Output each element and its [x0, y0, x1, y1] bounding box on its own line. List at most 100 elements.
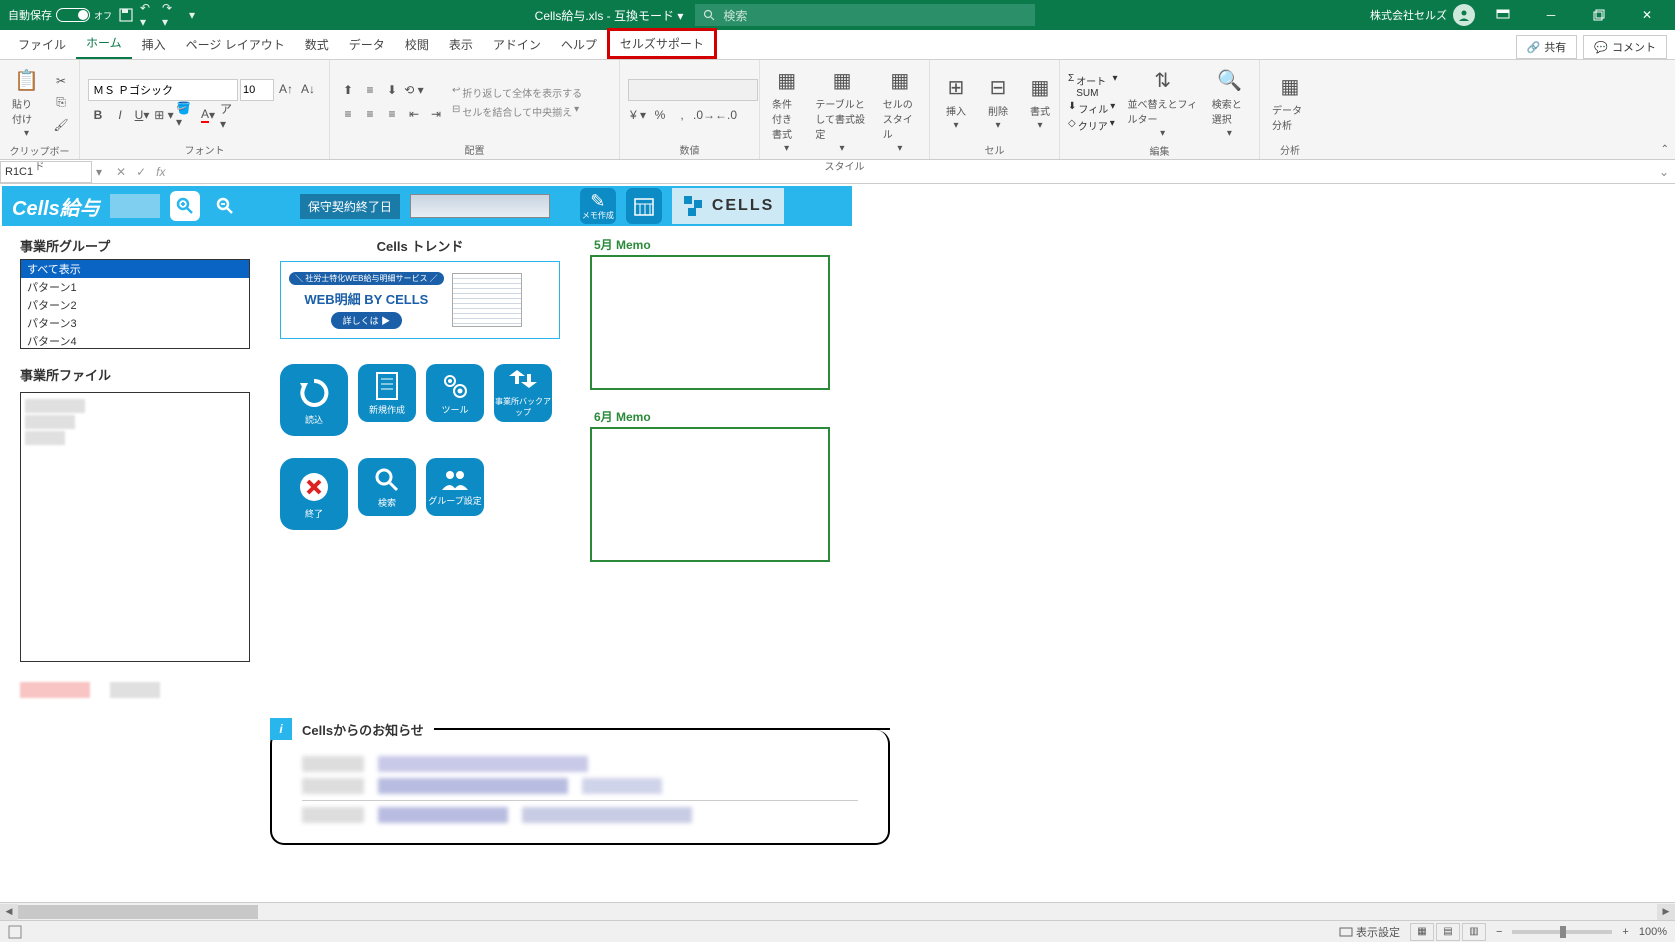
- autosave-toggle[interactable]: 自動保存 オフ: [8, 7, 112, 23]
- memo-create-button[interactable]: ✎ メモ作成: [580, 188, 616, 224]
- horizontal-scrollbar[interactable]: ◀ ▶: [0, 902, 1675, 920]
- orientation-icon[interactable]: ⟲ ▾: [404, 80, 424, 100]
- find-select-button[interactable]: 🔍検索と選択▾: [1208, 64, 1251, 141]
- save-icon[interactable]: [118, 7, 134, 23]
- load-button[interactable]: 読込: [280, 364, 348, 436]
- insert-cells-button[interactable]: ⊞挿入▾: [938, 71, 974, 133]
- increase-font-icon[interactable]: A↑: [276, 79, 296, 99]
- share-button[interactable]: 🔗 共有: [1516, 35, 1578, 59]
- sort-filter-button[interactable]: ⇅並べ替えとフィルター▾: [1123, 64, 1201, 141]
- office-file-listbox[interactable]: [20, 392, 250, 662]
- clear-button[interactable]: ◇ クリア ▾: [1068, 118, 1117, 133]
- normal-view-icon[interactable]: ▦: [1410, 923, 1434, 941]
- decrease-indent-icon[interactable]: ⇤: [404, 104, 424, 124]
- zoom-out-status[interactable]: −: [1496, 926, 1502, 938]
- autosum-button[interactable]: Σ オート SUM ▾: [1068, 73, 1117, 99]
- zoom-out-button[interactable]: [210, 191, 240, 221]
- search-box[interactable]: 検索: [695, 4, 1035, 26]
- merge-center-button[interactable]: ⊟ セルを結合して中央揃え ▾: [452, 104, 582, 119]
- search-button[interactable]: 検索: [358, 458, 416, 516]
- analyze-data-button[interactable]: ▦データ分析: [1268, 70, 1312, 134]
- list-item[interactable]: パターン1: [21, 278, 249, 296]
- zoom-in-button[interactable]: [170, 191, 200, 221]
- percent-icon[interactable]: %: [650, 105, 670, 125]
- memo2-box[interactable]: [590, 427, 830, 562]
- scroll-thumb[interactable]: [18, 905, 258, 919]
- format-table-button[interactable]: ▦テーブルとして書式設定▾: [811, 64, 872, 156]
- decrease-decimal-icon[interactable]: ←.0: [716, 105, 736, 125]
- scroll-left-icon[interactable]: ◀: [0, 904, 18, 920]
- list-item[interactable]: パターン4: [21, 332, 249, 348]
- copy-icon[interactable]: ⎘: [51, 93, 71, 113]
- maximize-icon[interactable]: [1579, 1, 1619, 29]
- increase-decimal-icon[interactable]: .0→: [694, 105, 714, 125]
- italic-button[interactable]: I: [110, 105, 130, 125]
- redo-icon[interactable]: ↷ ▾: [162, 7, 178, 23]
- tab-page-layout[interactable]: ページ レイアウト: [176, 30, 295, 59]
- tool-button[interactable]: ツール: [426, 364, 484, 422]
- format-painter-icon[interactable]: 🖌: [51, 115, 71, 135]
- paste-button[interactable]: 📋 貼り付け ▾: [8, 64, 45, 141]
- close-icon[interactable]: ✕: [1627, 1, 1667, 29]
- office-group-listbox[interactable]: すべて表示 パターン1 パターン2 パターン3 パターン4 パターン5: [20, 259, 250, 349]
- tab-view[interactable]: 表示: [439, 30, 483, 59]
- undo-icon[interactable]: ↶ ▾: [140, 7, 156, 23]
- tab-help[interactable]: ヘルプ: [551, 30, 607, 59]
- tab-data[interactable]: データ: [339, 30, 395, 59]
- tab-cells-support[interactable]: セルズサポート: [607, 28, 717, 59]
- tab-file[interactable]: ファイル: [8, 30, 76, 59]
- calendar-button[interactable]: [626, 188, 662, 224]
- list-item[interactable]: パターン3: [21, 314, 249, 332]
- align-left-icon[interactable]: ≡: [338, 104, 358, 124]
- list-item[interactable]: [25, 415, 75, 429]
- tab-formulas[interactable]: 数式: [295, 30, 339, 59]
- comment-button[interactable]: 💬 コメント: [1583, 35, 1667, 59]
- page-break-view-icon[interactable]: ▥: [1462, 923, 1486, 941]
- cancel-formula-icon[interactable]: ✕: [116, 165, 126, 179]
- border-icon[interactable]: ⊞ ▾: [154, 105, 174, 125]
- expand-formula-icon[interactable]: ⌄: [1653, 165, 1675, 179]
- underline-button[interactable]: U ▾: [132, 105, 152, 125]
- memo1-box[interactable]: [590, 255, 830, 390]
- increase-indent-icon[interactable]: ⇥: [426, 104, 446, 124]
- exit-button[interactable]: 終了: [280, 458, 348, 530]
- font-size-select[interactable]: [240, 79, 274, 101]
- trend-banner[interactable]: ＼ 社労士特化WEB給与明細サービス ／ WEB明細 BY CELLS 詳しくは…: [280, 261, 560, 339]
- fill-color-icon[interactable]: 🪣 ▾: [176, 105, 196, 125]
- display-settings[interactable]: 表示設定: [1339, 924, 1400, 940]
- decrease-font-icon[interactable]: A↓: [298, 79, 318, 99]
- number-format-select[interactable]: [628, 79, 758, 101]
- list-item[interactable]: すべて表示: [21, 260, 249, 278]
- currency-icon[interactable]: ¥ ▾: [628, 105, 648, 125]
- align-bottom-icon[interactable]: ⬇: [382, 80, 402, 100]
- confirm-formula-icon[interactable]: ✓: [136, 165, 146, 179]
- tab-review[interactable]: 校閲: [395, 30, 439, 59]
- zoom-slider[interactable]: [1512, 930, 1612, 934]
- news-row[interactable]: [302, 800, 858, 823]
- phonetic-icon[interactable]: ア ▾: [220, 105, 240, 125]
- page-layout-view-icon[interactable]: ▤: [1436, 923, 1460, 941]
- font-select[interactable]: [88, 79, 238, 101]
- font-color-icon[interactable]: A ▾: [198, 105, 218, 125]
- comma-icon[interactable]: ,: [672, 105, 692, 125]
- bold-button[interactable]: B: [88, 105, 108, 125]
- group-setting-button[interactable]: グループ設定: [426, 458, 484, 516]
- list-item[interactable]: [25, 399, 85, 413]
- minimize-icon[interactable]: ─: [1531, 1, 1571, 29]
- cell-styles-button[interactable]: ▦セルのスタイル▾: [879, 64, 921, 156]
- fx-icon[interactable]: fx: [156, 165, 165, 179]
- zoom-level[interactable]: 100%: [1639, 926, 1667, 938]
- conditional-format-button[interactable]: ▦条件付き書式▾: [768, 64, 805, 156]
- fill-button[interactable]: ⬇ フィル ▾: [1068, 101, 1117, 116]
- qat-customize[interactable]: ▾: [184, 7, 200, 23]
- zoom-in-status[interactable]: +: [1622, 926, 1628, 938]
- tab-home[interactable]: ホーム: [76, 28, 132, 59]
- new-button[interactable]: 新規作成: [358, 364, 416, 422]
- cut-icon[interactable]: ✂: [51, 71, 71, 91]
- user-account[interactable]: 株式会社セルズ: [1370, 4, 1475, 26]
- format-cells-button[interactable]: ▦書式▾: [1022, 71, 1058, 133]
- align-middle-icon[interactable]: ≡: [360, 80, 380, 100]
- align-center-icon[interactable]: ≡: [360, 104, 380, 124]
- wrap-text-button[interactable]: ↩ 折り返して全体を表示する: [452, 85, 582, 100]
- news-row[interactable]: [302, 756, 858, 772]
